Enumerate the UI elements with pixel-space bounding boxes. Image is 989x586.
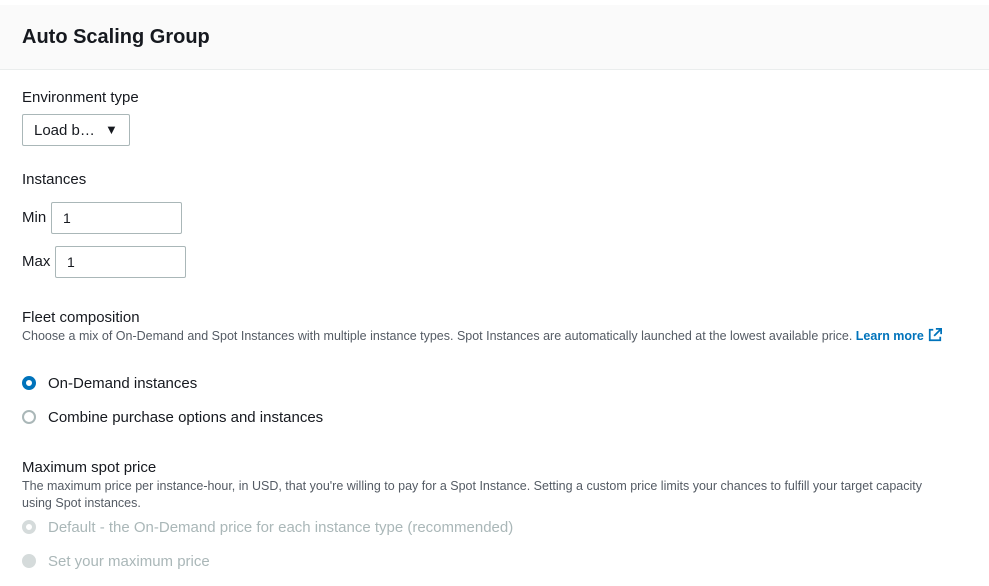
default-price-label: Default - the On-Demand price for each i… [48, 519, 514, 536]
max-spot-price-description: The maximum price per instance-hour, in … [22, 479, 923, 510]
instances-label: Instances [22, 171, 87, 188]
fleet-description-text: Choose a mix of On-Demand and Spot Insta… [22, 329, 853, 343]
set-max-price-radio[interactable] [22, 554, 36, 568]
fleet-composition-label: Fleet composition [22, 309, 140, 326]
set-max-price-option[interactable]: Set your maximum price [22, 553, 242, 573]
panel-title: Auto Scaling Group [22, 26, 210, 48]
min-instances-input[interactable] [51, 202, 182, 234]
panel-header: Auto Scaling Group [0, 5, 989, 70]
on-demand-label: On-Demand instances [48, 375, 198, 392]
learn-more-link[interactable]: Learn more [856, 328, 942, 343]
set-max-price-label: Set your maximum price [48, 553, 210, 570]
external-link-icon [928, 328, 942, 342]
fleet-composition-description: Choose a mix of On-Demand and Spot Insta… [22, 328, 952, 345]
on-demand-radio[interactable] [22, 376, 36, 390]
max-instances-input[interactable] [55, 246, 186, 278]
default-price-radio[interactable] [22, 520, 36, 534]
on-demand-option[interactable]: On-Demand instances [22, 375, 222, 395]
combine-options-option[interactable]: Combine purchase options and instances [22, 409, 342, 429]
environment-type-value: Load b… [34, 122, 95, 139]
min-label: Min [22, 209, 47, 226]
combine-options-radio[interactable] [22, 410, 36, 424]
caret-down-icon: ▼ [105, 122, 118, 137]
environment-type-select[interactable]: Load b… ▼ [22, 114, 130, 146]
combine-options-label: Combine purchase options and instances [48, 409, 324, 426]
max-spot-price-label: Maximum spot price [22, 459, 157, 476]
max-label: Max [22, 253, 51, 270]
default-price-option[interactable]: Default - the On-Demand price for each i… [22, 519, 542, 539]
environment-type-label: Environment type [22, 89, 139, 106]
